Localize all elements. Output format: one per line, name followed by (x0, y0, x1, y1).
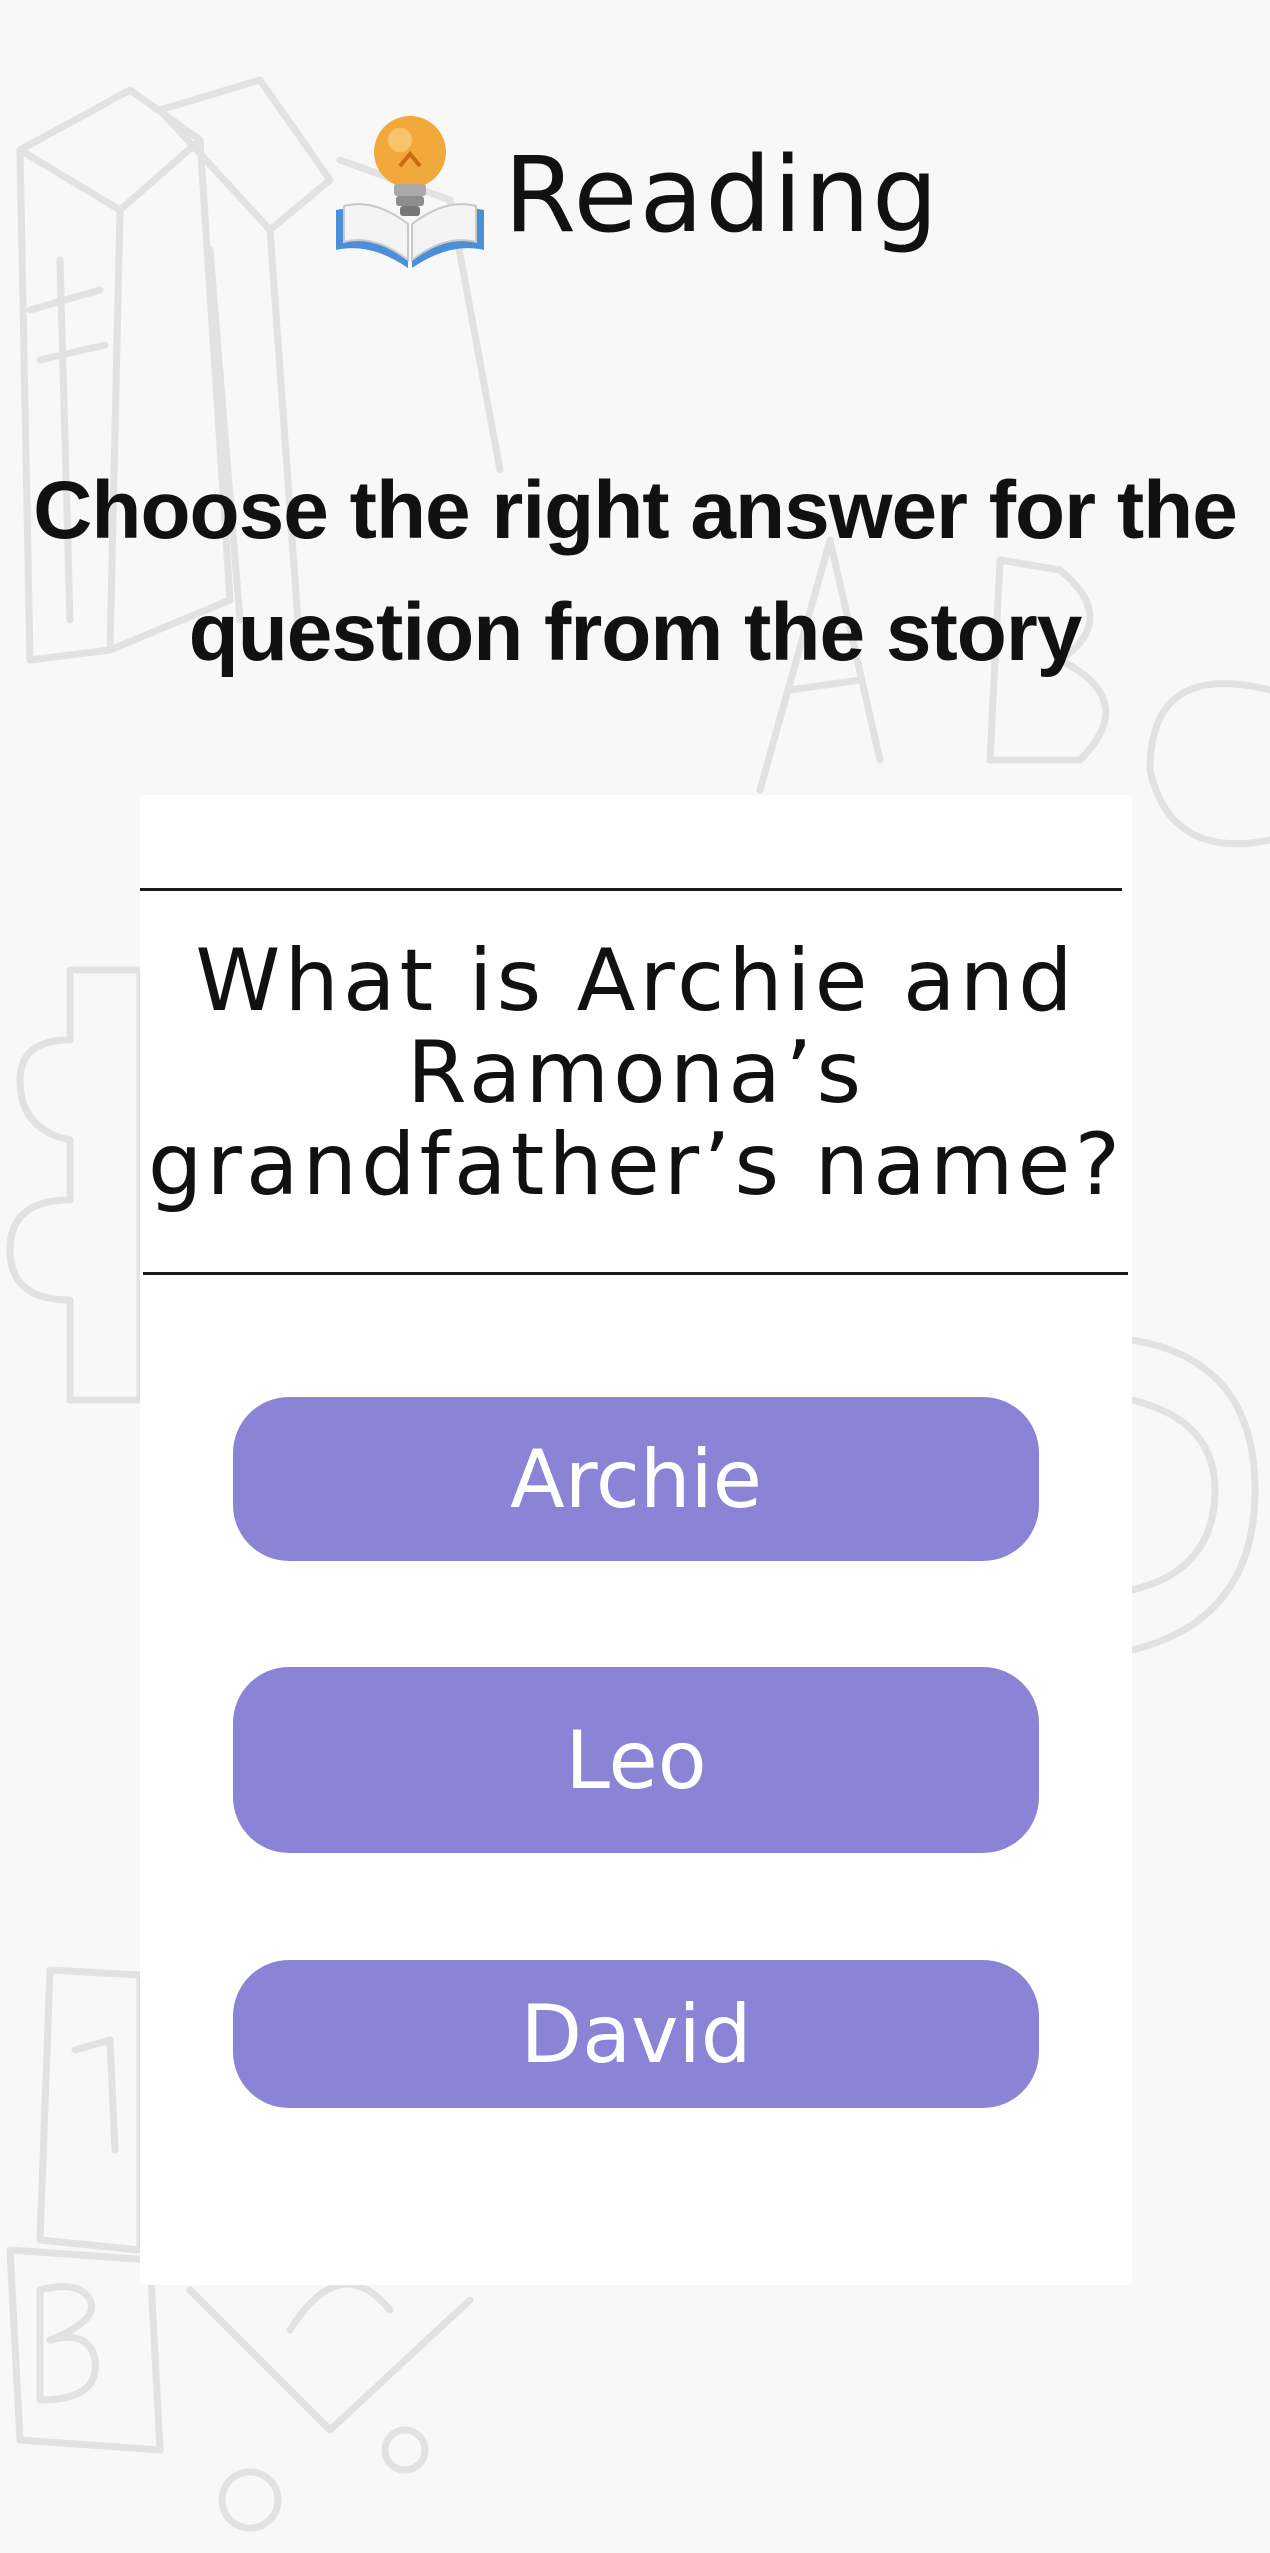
bottom-divider (143, 1272, 1128, 1275)
answer-button-david[interactable]: David (233, 1960, 1039, 2108)
subject-header: Reading (0, 110, 1270, 280)
book-lightbulb-icon (335, 116, 484, 268)
puzzle-doodle (6, 966, 144, 1404)
top-divider (140, 888, 1122, 891)
answer-button-archie[interactable]: Archie (233, 1397, 1039, 1561)
answer-button-leo[interactable]: Leo (233, 1667, 1039, 1853)
question-text: What is Archie and Ramona’s grandfather’… (147, 931, 1125, 1215)
subject-title: Reading (503, 134, 941, 256)
question-card: What is Archie and Ramona’s grandfather’… (140, 795, 1132, 2285)
circle-doodle (1128, 1336, 1259, 1654)
instruction-text: Choose the right answer for the question… (33, 465, 1238, 678)
